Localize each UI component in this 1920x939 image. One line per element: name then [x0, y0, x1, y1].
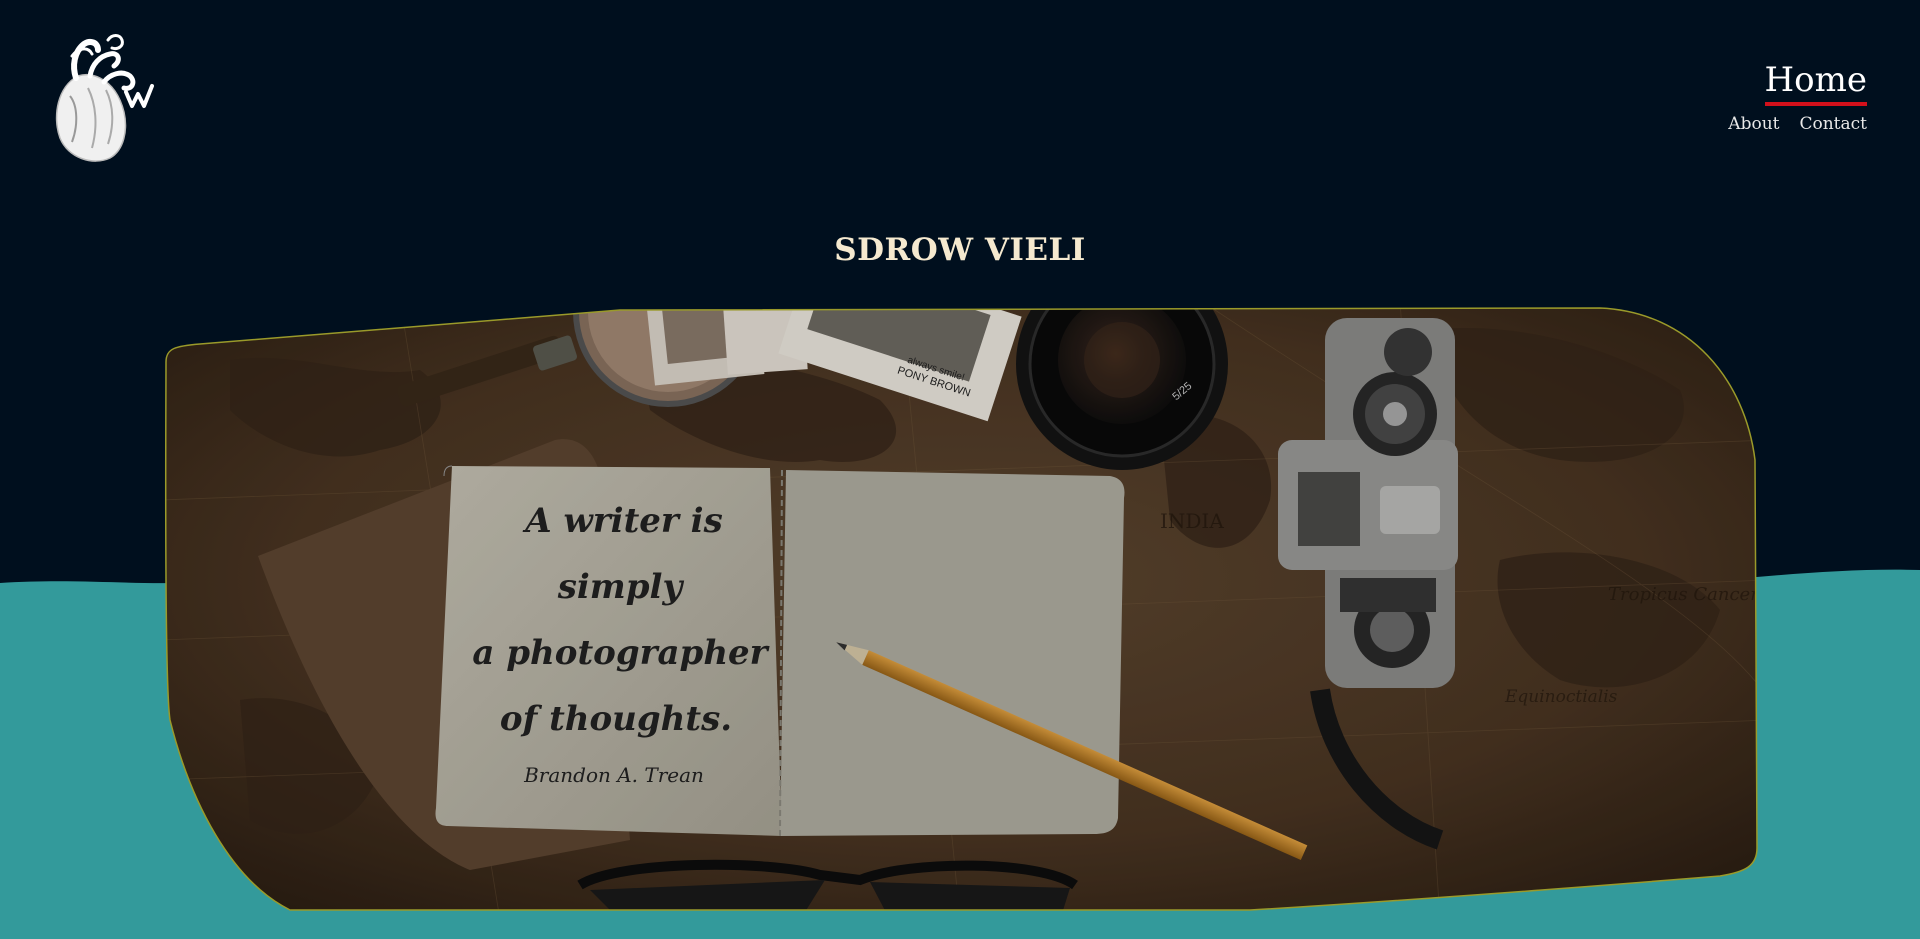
- nav-about-link[interactable]: About: [1728, 114, 1779, 134]
- site-logo[interactable]: [48, 26, 158, 166]
- nav-home-link[interactable]: Home: [1764, 60, 1867, 106]
- nav-secondary-links: About Contact: [1728, 114, 1867, 134]
- main-nav: Home About Contact: [1728, 60, 1867, 134]
- site-title: SDROW VIELI: [834, 232, 1086, 268]
- site-header: Home About Contact: [0, 0, 1920, 170]
- nav-contact-link[interactable]: Contact: [1799, 114, 1867, 134]
- anatomical-heart-logo-icon: [55, 34, 154, 162]
